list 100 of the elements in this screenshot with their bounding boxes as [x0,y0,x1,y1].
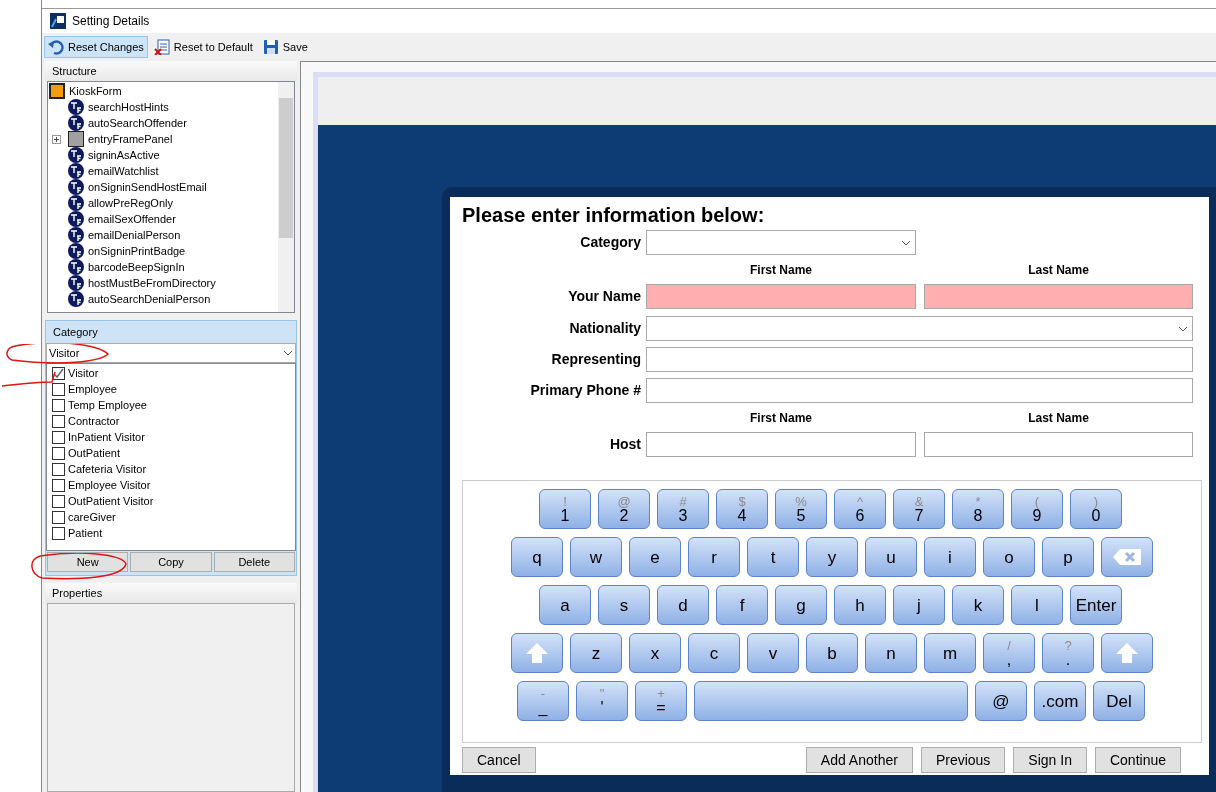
category-combobox[interactable]: Visitor [46,343,296,363]
tree-item[interactable]: autoSearchDenialPerson [48,291,278,307]
keyboard-key[interactable]: m [924,633,976,673]
keyboard-key[interactable]: l [1011,585,1063,625]
keyboard-key[interactable]: j [893,585,945,625]
keyboard-key[interactable]: b [806,633,858,673]
keyboard-key[interactable]: n [865,633,917,673]
tree-item[interactable]: onSigninPrintBadge [48,243,278,259]
keyboard-key[interactable]: ) 0 [1070,489,1122,529]
tree-item[interactable]: onSigninSendHostEmail [48,179,278,195]
keyboard-key[interactable]: .com [1034,681,1086,721]
scrollbar[interactable] [278,82,294,312]
keyboard-key[interactable]: u [865,537,917,577]
panel-button[interactable]: New [47,552,129,572]
checkbox[interactable] [52,398,65,412]
keyboard-key[interactable]: x [629,633,681,673]
keyboard-key[interactable]: p [1042,537,1094,577]
category-dropdown[interactable] [646,230,916,255]
keyboard-key[interactable]: ^ 6 [834,489,886,529]
tree-item[interactable]: searchHostHints [48,99,278,115]
keyboard-key[interactable]: s [598,585,650,625]
panel-button[interactable]: Delete [213,552,295,572]
panel-header: Structure [45,61,297,81]
keyboard-key[interactable]: r [688,537,740,577]
panel-button[interactable]: Copy [130,552,212,572]
keyboard-key[interactable]: " ' [576,681,628,721]
keyboard-key[interactable]: @ [975,681,1027,721]
checkbox[interactable] [52,366,65,380]
tree-item[interactable]: hostMustBeFromDirectory [48,275,278,291]
form-button[interactable]: Continue [1094,747,1181,773]
expand-icon[interactable] [52,134,61,144]
keyboard-key[interactable]: + = [635,681,687,721]
tree-item[interactable]: signinAsActive [48,147,278,163]
last-name-field[interactable] [924,284,1193,309]
keyboard-key[interactable]: w [570,537,622,577]
backspace-key[interactable] [1101,537,1153,577]
keyboard-key[interactable]: ( 9 [1011,489,1063,529]
checkbox[interactable] [52,478,65,492]
form-button[interactable]: Cancel [462,747,536,773]
shift-key[interactable] [511,633,563,673]
shift-key[interactable] [1101,633,1153,673]
keyboard-key[interactable]: Enter [1070,585,1122,625]
keyboard-key[interactable]: h [834,585,886,625]
checkbox-label: OutPatient Visitor [68,493,154,509]
checkbox[interactable] [52,430,65,444]
keyboard-key[interactable]: t [747,537,799,577]
first-name-field[interactable] [646,284,916,309]
keyboard-key[interactable]: d [657,585,709,625]
keyboard-key[interactable]: / , [983,633,1035,673]
keyboard-key[interactable]: * 8 [952,489,1004,529]
tree-item[interactable]: emailWatchlist [48,163,278,179]
last-name-field[interactable] [924,432,1193,457]
checkbox[interactable] [52,446,65,460]
keyboard-key[interactable]: & 7 [893,489,945,529]
tree-item[interactable]: emailDenialPerson [48,227,278,243]
text-field[interactable] [646,347,1193,372]
checkbox[interactable] [52,510,65,524]
tree-item[interactable]: barcodeBeepSignIn [48,259,278,275]
checkbox[interactable] [52,494,65,508]
toolbar-button[interactable]: Save [258,36,312,58]
toolbar-button[interactable]: Reset to Default [149,36,257,58]
keyboard-key[interactable]: a [539,585,591,625]
keyboard-key[interactable]: $ 4 [716,489,768,529]
space-key[interactable] [694,681,968,721]
keyboard-key[interactable]: % 5 [775,489,827,529]
text-field[interactable] [646,378,1193,403]
checkbox[interactable] [52,382,65,396]
form-button[interactable]: Sign In [1013,747,1087,773]
tree-item[interactable]: autoSearchOffender [48,115,278,131]
tree-item[interactable]: allowPreRegOnly [48,195,278,211]
keyboard-key[interactable]: v [747,633,799,673]
keyboard-key[interactable]: @ 2 [598,489,650,529]
first-name-field[interactable] [646,432,916,457]
keyboard-key[interactable]: z [570,633,622,673]
form-button[interactable]: Previous [920,747,1006,773]
keyboard-key[interactable]: c [688,633,740,673]
keyboard-key[interactable]: ? . [1042,633,1094,673]
nationality-dropdown[interactable] [646,316,1193,341]
keyboard-key[interactable]: y [806,537,858,577]
tree-item[interactable]: entryFramePanel [48,131,278,147]
keyboard-key[interactable]: ! 1 [539,489,591,529]
keyboard-key[interactable]: k [952,585,1004,625]
keyboard-key[interactable]: g [775,585,827,625]
checkbox-label: InPatient Visitor [68,429,145,445]
form-button[interactable]: Add Another [805,747,913,773]
checkbox[interactable] [52,414,65,428]
keyboard-key[interactable]: # 3 [657,489,709,529]
keyboard-key[interactable]: Del [1093,681,1145,721]
tree-item[interactable]: emailSexOffender [48,211,278,227]
keyboard-key[interactable]: i [924,537,976,577]
keyboard-key[interactable]: o [983,537,1035,577]
tree-item[interactable]: KioskForm [48,83,278,99]
keyboard-key[interactable]: q [511,537,563,577]
toggle-icon [68,291,84,307]
keyboard-key[interactable]: - _ [517,681,569,721]
toolbar-button[interactable]: Reset Changes [44,36,148,58]
keyboard-key[interactable]: f [716,585,768,625]
checkbox[interactable] [52,462,65,476]
keyboard-key[interactable]: e [629,537,681,577]
checkbox[interactable] [52,526,65,540]
